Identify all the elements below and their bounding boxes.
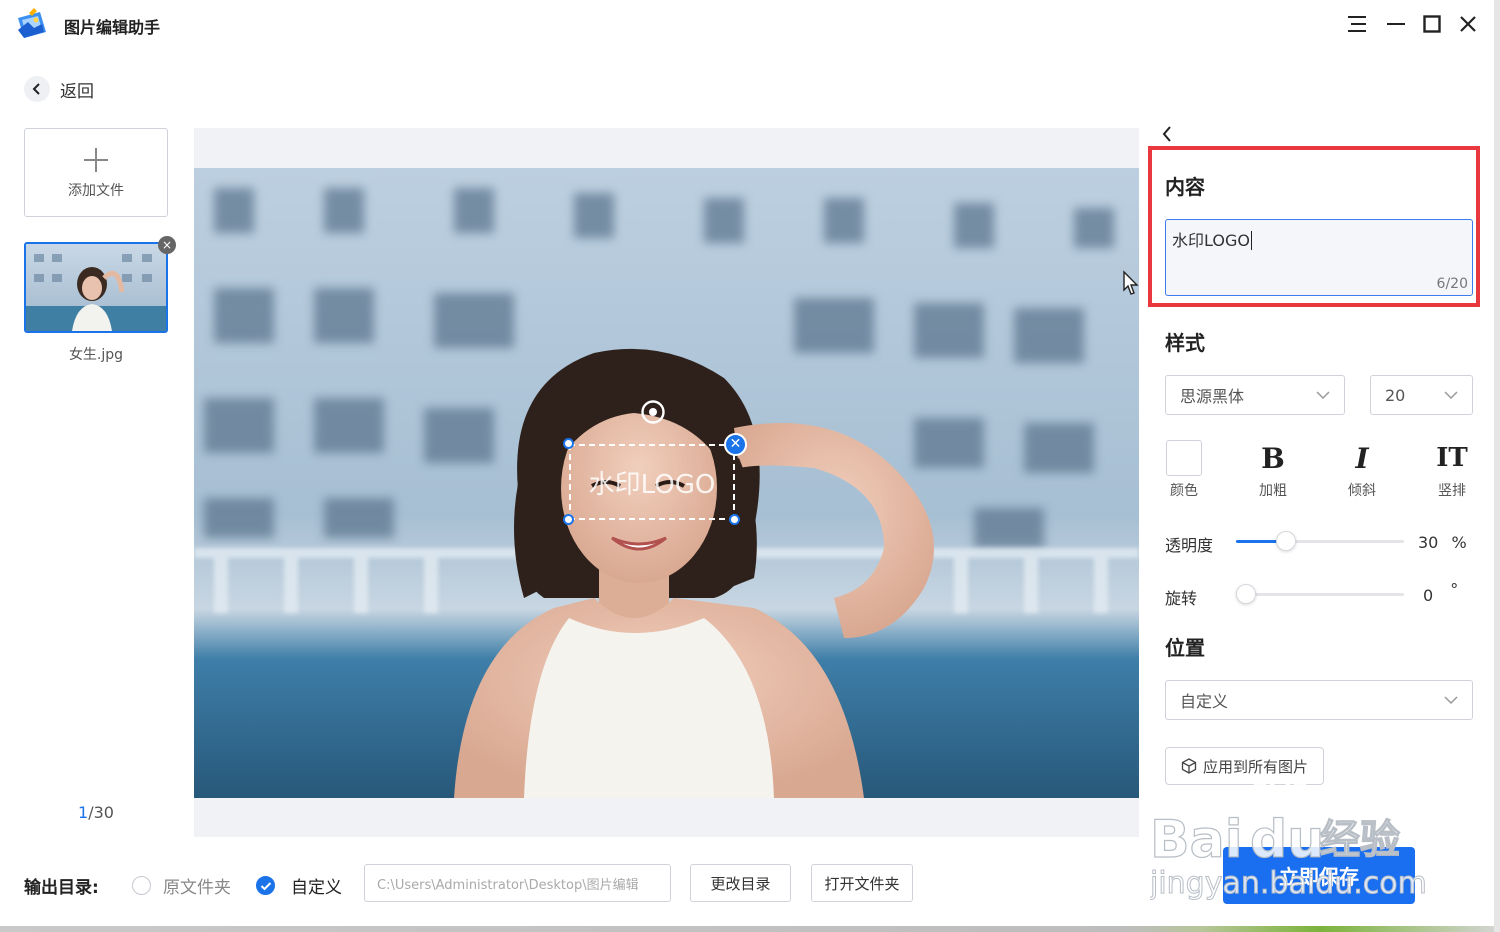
position-section-title: 位置	[1165, 636, 1205, 660]
font-size-value: 20	[1385, 385, 1406, 405]
opacity-number: 30	[1418, 533, 1439, 552]
highlight-annotation	[1148, 146, 1480, 307]
back-label: 返回	[60, 81, 94, 102]
vertical-text-tool[interactable]: IT 竖排	[1422, 440, 1482, 500]
change-dir-label: 更改目录	[710, 874, 771, 893]
maximize-button[interactable]	[1418, 10, 1446, 38]
resize-handle-bottom-left[interactable]	[563, 514, 574, 525]
resize-handle-bottom-right[interactable]	[729, 514, 740, 525]
rotate-label: 旋转	[1165, 589, 1198, 608]
output-path-input[interactable]: C:\Users\Administrator\Desktop\图片编辑	[364, 864, 671, 902]
plus-icon	[84, 147, 108, 172]
open-folder-label: 打开文件夹	[824, 874, 900, 893]
output-original-option[interactable]: 原文件夹	[132, 873, 231, 898]
bold-tool[interactable]: B 加粗	[1243, 440, 1303, 500]
add-file-label: 添加文件	[68, 182, 124, 199]
font-family-select[interactable]: 思源黑体	[1165, 375, 1345, 415]
chevron-left-icon	[1162, 126, 1171, 142]
file-name: 女生.jpg	[68, 347, 124, 363]
rotate-slider-knob[interactable]	[1236, 584, 1256, 604]
file-thumbnail[interactable]	[24, 242, 168, 333]
rotate-slider-track[interactable]	[1236, 593, 1404, 596]
italic-tool[interactable]: I 倾斜	[1332, 440, 1392, 500]
color-tool[interactable]: 颜色	[1154, 440, 1214, 500]
italic-icon: I	[1355, 441, 1369, 475]
vertical-text-icon: IT	[1436, 443, 1468, 473]
apply-to-all-label: 应用到所有图片	[1202, 757, 1308, 776]
remove-icon: ×	[161, 238, 173, 252]
position-select[interactable]: 自定义	[1165, 680, 1473, 720]
watermark-delete-button[interactable]: ✕	[724, 433, 747, 456]
output-path-value: C:\Users\Administrator\Desktop\图片编辑	[377, 877, 639, 893]
opacity-value: 30 %	[1418, 533, 1467, 552]
chevron-down-icon	[1444, 391, 1458, 400]
maximize-icon	[1423, 15, 1441, 33]
mouse-cursor-icon	[1122, 270, 1140, 300]
save-now-label: 立即保存	[1279, 865, 1359, 889]
close-icon: ✕	[729, 436, 742, 452]
output-original-label: 原文件夹	[163, 878, 231, 898]
page-total: /30	[88, 803, 114, 822]
cube-icon	[1181, 758, 1197, 774]
output-custom-option[interactable]: 自定义	[256, 873, 342, 898]
bottom-edge-strip	[0, 926, 1500, 932]
minimize-button[interactable]	[1382, 10, 1410, 38]
open-folder-button[interactable]: 打开文件夹	[811, 864, 913, 902]
menu-icon	[1348, 16, 1366, 32]
page-counter: 1/30	[24, 803, 168, 822]
style-section-title: 样式	[1165, 331, 1205, 355]
change-dir-button[interactable]: 更改目录	[690, 864, 791, 902]
close-button[interactable]	[1454, 10, 1482, 38]
chevron-down-icon	[1316, 391, 1330, 400]
vertical-text-label: 竖排	[1438, 483, 1466, 499]
output-custom-label: 自定义	[291, 878, 342, 898]
checkmark-icon	[260, 881, 271, 890]
italic-label: 倾斜	[1348, 483, 1376, 499]
rotate-number: 0	[1423, 586, 1434, 605]
rotate-unit: °	[1450, 580, 1459, 599]
back-button[interactable]: 返回	[24, 76, 94, 102]
rotate-handle-icon[interactable]	[640, 399, 666, 425]
apply-to-all-button[interactable]: 应用到所有图片	[1165, 747, 1324, 785]
app-logo-icon	[14, 6, 50, 42]
font-family-value: 思源黑体	[1180, 387, 1245, 406]
output-dir-label: 输出目录:	[24, 878, 99, 898]
radio-original[interactable]	[132, 876, 151, 895]
position-value: 自定义	[1180, 692, 1229, 711]
rotate-value: 0 °	[1423, 580, 1458, 605]
opacity-slider-knob[interactable]	[1276, 531, 1297, 551]
opacity-label: 透明度	[1165, 536, 1214, 555]
watermark-text: 水印LOGO	[588, 469, 716, 500]
bold-label: 加粗	[1259, 483, 1287, 499]
thumbnail-image	[26, 244, 166, 331]
close-icon	[1460, 16, 1476, 32]
minimize-icon	[1387, 23, 1405, 25]
font-size-select[interactable]: 20	[1370, 375, 1473, 415]
chevron-down-icon	[1444, 696, 1458, 705]
page-current: 1	[78, 803, 89, 822]
watermark-selection[interactable]: 水印LOGO	[569, 444, 735, 520]
radio-custom[interactable]	[256, 876, 275, 895]
bold-icon: B	[1261, 441, 1285, 475]
opacity-unit: %	[1451, 533, 1467, 552]
remove-file-button[interactable]: ×	[158, 236, 176, 254]
window-right-edge	[1494, 0, 1500, 932]
menu-button[interactable]	[1343, 10, 1371, 38]
add-file-button[interactable]: 添加文件	[24, 128, 168, 217]
resize-handle-top-left[interactable]	[563, 438, 574, 449]
color-label: 颜色	[1170, 483, 1198, 499]
save-now-button[interactable]: 立即保存	[1223, 847, 1415, 904]
color-swatch	[1166, 440, 1202, 476]
back-arrow-icon	[24, 76, 50, 102]
panel-collapse-button[interactable]	[1160, 124, 1180, 146]
app-title: 图片编辑助手	[64, 18, 161, 37]
